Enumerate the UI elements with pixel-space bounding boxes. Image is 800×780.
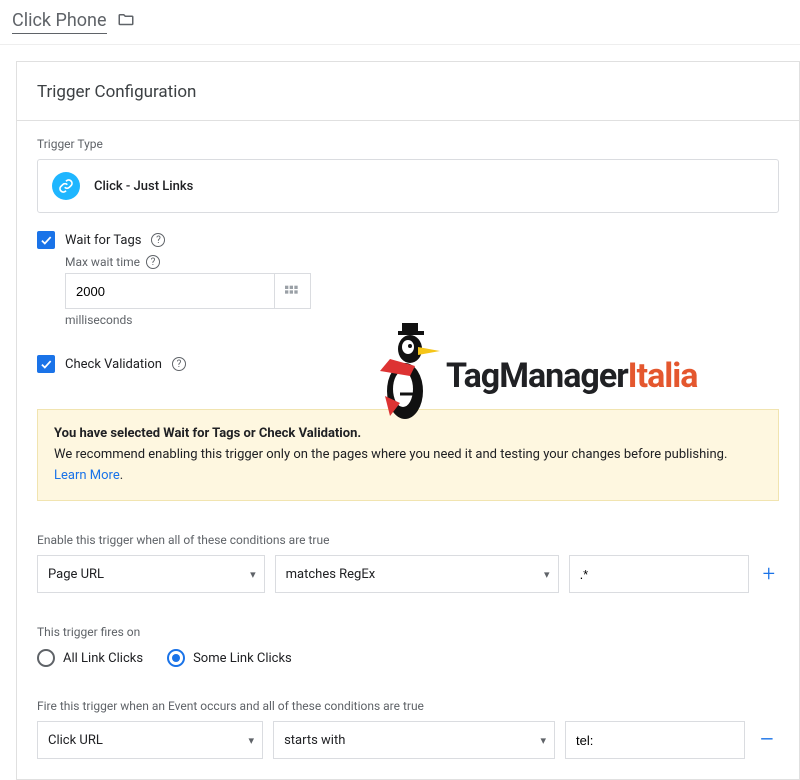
enable-value-input[interactable] [569,555,749,593]
help-icon[interactable]: ? [172,357,186,371]
fires-on-label: This trigger fires on [37,625,779,639]
max-wait-input[interactable] [65,273,275,309]
warning-box: You have selected Wait for Tags or Check… [37,409,779,501]
fire-when-label: Fire this trigger when an Event occurs a… [37,699,779,713]
all-link-clicks-radio[interactable]: All Link Clicks [37,649,143,667]
check-validation-label: Check Validation [65,357,162,372]
link-icon [52,172,80,200]
wait-for-tags-checkbox[interactable] [37,231,55,249]
trigger-type-label: Trigger Type [37,137,779,151]
section-title: Trigger Configuration [17,62,799,120]
remove-condition-button[interactable]: − [755,733,779,747]
folder-icon[interactable] [117,11,135,33]
warning-text: We recommend enabling this trigger only … [54,447,727,462]
unit-label: milliseconds [65,313,779,327]
learn-more-link[interactable]: Learn More [54,468,120,483]
fire-value-input[interactable] [565,721,745,759]
max-wait-label: Max wait time [65,255,140,269]
wait-for-tags-label: Wait for Tags [65,233,141,248]
fire-op-select[interactable]: starts with [273,721,555,759]
some-link-clicks-radio[interactable]: Some Link Clicks [167,649,292,667]
help-icon[interactable]: ? [151,233,165,247]
enable-var-select[interactable]: Page URL [37,555,265,593]
enable-conditions-label: Enable this trigger when all of these co… [37,533,779,547]
trigger-type-value: Click - Just Links [94,179,193,194]
help-icon[interactable]: ? [146,255,160,269]
enable-op-select[interactable]: matches RegEx [275,555,559,593]
variable-picker-button[interactable] [275,273,311,309]
add-condition-button[interactable]: + [759,562,779,587]
check-validation-checkbox[interactable] [37,355,55,373]
warning-bold: You have selected Wait for Tags or Check… [54,424,762,445]
fire-var-select[interactable]: Click URL [37,721,263,759]
trigger-type-selector[interactable]: Click - Just Links [37,159,779,213]
page-title[interactable]: Click Phone [12,10,107,34]
